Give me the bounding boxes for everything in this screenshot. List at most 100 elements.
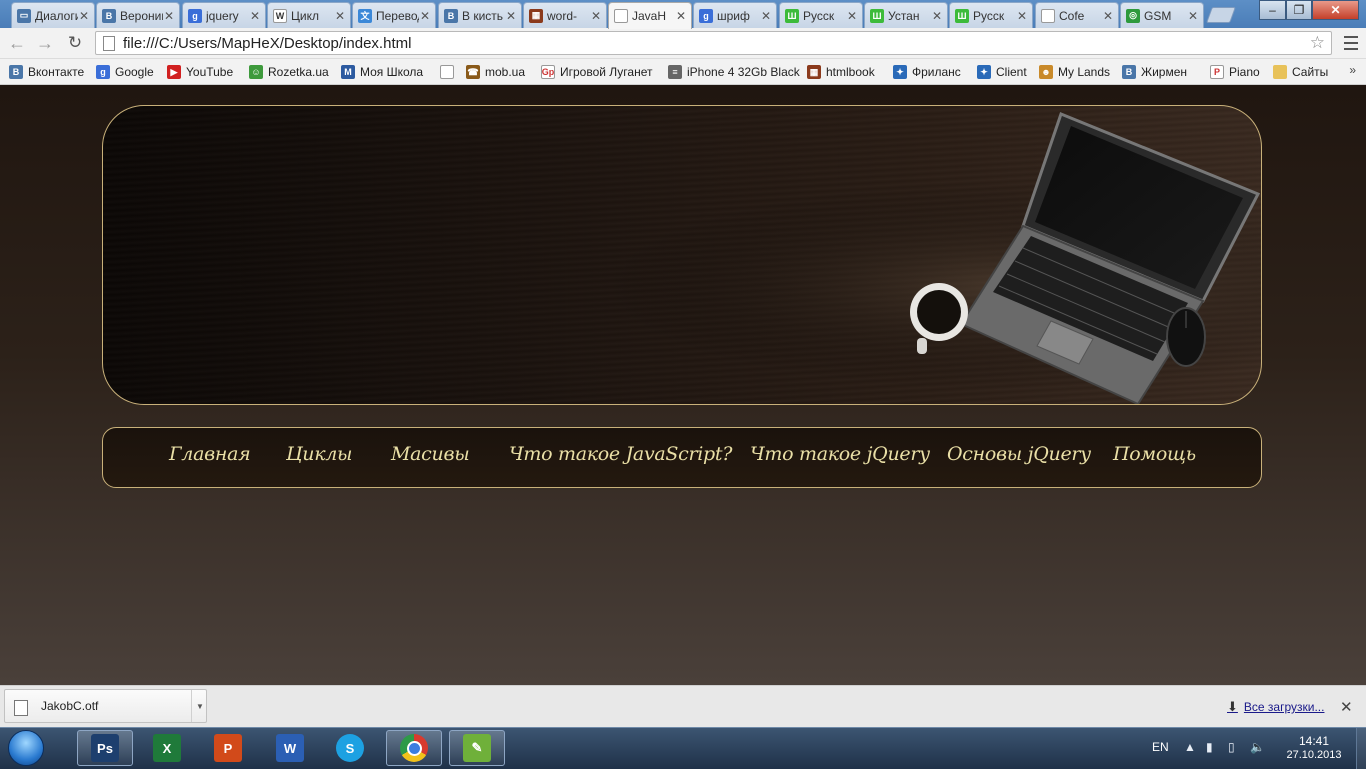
shkola-icon: Ш — [955, 8, 969, 23]
font-file-icon — [14, 700, 28, 716]
forward-button[interactable]: → — [34, 32, 56, 54]
address-bar[interactable]: file:///C:/Users/MapHeX/Desktop/index.ht… — [95, 31, 1332, 55]
browser-tab[interactable]: g шриф ✕ — [693, 2, 777, 28]
bookmark-item[interactable]: M Моя Школа — [341, 63, 423, 81]
bookmark-item[interactable]: B Жирмен — [1122, 63, 1187, 81]
taskbar-skype-button[interactable]: S — [322, 730, 378, 766]
tab-close-icon[interactable]: ✕ — [505, 9, 517, 23]
page-icon — [1041, 8, 1055, 23]
browser-tab[interactable]: JavaH ✕ — [608, 2, 692, 29]
tab-close-icon[interactable]: ✕ — [163, 9, 175, 23]
bookmark-star-icon[interactable]: ☆ — [1310, 33, 1325, 53]
chrome-icon — [400, 734, 428, 762]
taskbar-powerpoint-button[interactable]: P — [200, 730, 256, 766]
taskbar-excel-button[interactable]: X — [139, 730, 195, 766]
nav-item-what-is-jquery[interactable]: Что такое jQuery — [750, 443, 930, 465]
window-close-button[interactable]: ✕ — [1312, 0, 1359, 20]
bookmark-item[interactable]: g Google — [96, 63, 154, 81]
bookmark-label: Сайты — [1292, 65, 1329, 79]
tab-close-icon[interactable]: ✕ — [1102, 9, 1114, 23]
piano-icon: P — [1210, 65, 1224, 79]
bookmark-item[interactable]: Сайты — [1273, 63, 1328, 81]
show-desktop-button[interactable] — [1356, 728, 1366, 769]
google-icon: g — [188, 8, 202, 23]
bookmark-item[interactable]: ✦ Фриланс — [893, 63, 961, 81]
browser-tab[interactable]: W Цикл ✕ — [267, 2, 351, 28]
tab-close-icon[interactable]: ✕ — [931, 9, 943, 23]
bookmark-item[interactable]: B Вконтакте — [9, 63, 84, 81]
new-tab-button[interactable] — [1206, 7, 1236, 23]
reload-button[interactable]: ↻ — [64, 32, 86, 54]
taskbar-photoshop-button[interactable]: Ps — [77, 730, 133, 766]
bookmark-item[interactable]: ☺ Rozetka.ua — [249, 63, 329, 81]
language-indicator[interactable]: EN — [1152, 740, 1169, 754]
header-banner — [102, 105, 1262, 405]
browser-tab[interactable]: ◎ GSM ✕ — [1120, 2, 1204, 28]
htmlbook-icon: ▦ — [529, 8, 543, 23]
folder-icon — [1273, 65, 1287, 79]
bookmark-item[interactable]: ✦ Client — [977, 63, 1027, 81]
network-icon[interactable]: ▮ — [1206, 740, 1213, 754]
bookmark-item[interactable]: ☻ My Lands — [1039, 63, 1110, 81]
nav-item-loops[interactable]: Циклы — [286, 443, 353, 465]
bookmarks-overflow-icon[interactable]: » — [1349, 63, 1356, 77]
tab-close-icon[interactable]: ✕ — [1016, 9, 1028, 23]
chrome-menu-icon[interactable] — [1344, 36, 1358, 50]
download-options-icon[interactable]: ▼ — [191, 690, 208, 722]
browser-tab[interactable]: g jquery ✕ — [182, 2, 266, 28]
tab-title: Вероника — [120, 8, 163, 23]
tab-close-icon[interactable]: ✕ — [675, 9, 687, 23]
translate-icon: 文 — [358, 8, 372, 23]
vk-icon: B — [444, 8, 458, 23]
nav-item-home[interactable]: Главная — [169, 443, 251, 465]
taskbar-editor-button[interactable]: ✎ — [449, 730, 505, 766]
nav-item-help[interactable]: Помощь — [1113, 443, 1196, 465]
bookmark-item[interactable]: P Piano — [1210, 63, 1260, 81]
maximize-button[interactable]: ❐ — [1286, 0, 1312, 20]
nav-item-what-is-javascript[interactable]: Что такое JavaScript? — [509, 443, 732, 465]
browser-tab[interactable]: Cofe ✕ — [1035, 2, 1119, 28]
minimize-button[interactable]: – — [1259, 0, 1286, 20]
start-button[interactable] — [4, 729, 48, 767]
bookmark-item[interactable]: Gp Игровой Луганет — [541, 63, 653, 81]
tab-close-icon[interactable]: ✕ — [78, 9, 90, 23]
browser-tab[interactable]: Ш Устан ✕ — [864, 2, 948, 28]
battery-icon[interactable]: ▯ — [1228, 740, 1235, 754]
tab-close-icon[interactable]: ✕ — [846, 9, 858, 23]
bookmark-item[interactable]: ▶ YouTube — [167, 63, 233, 81]
volume-icon[interactable]: 🔈 — [1250, 740, 1265, 754]
vk-icon: B — [9, 65, 23, 79]
bookmark-item[interactable]: ☎ mob.ua — [466, 63, 525, 81]
address-url[interactable]: file:///C:/Users/MapHeX/Desktop/index.ht… — [123, 35, 411, 52]
taskbar-word-button[interactable]: W — [262, 730, 318, 766]
show-all-downloads-link[interactable]: ⬇ Все загрузки... — [1227, 699, 1324, 715]
tray-expand-icon[interactable]: ▲ — [1184, 740, 1196, 754]
nav-item-jquery-basics[interactable]: Основы jQuery — [947, 443, 1091, 465]
browser-tab[interactable]: ▦ word- ✕ — [523, 2, 607, 28]
browser-tab[interactable]: B В кисть ✕ — [438, 2, 522, 28]
freelance-icon: ✦ — [977, 65, 991, 79]
nav-item-arrays[interactable]: Масивы — [391, 443, 470, 465]
page-icon — [103, 35, 115, 51]
tab-close-icon[interactable]: ✕ — [334, 9, 346, 23]
tab-title: JavaH — [632, 9, 667, 23]
browser-tab[interactable]: B Вероника✕ — [96, 2, 180, 28]
taskbar-chrome-button[interactable] — [386, 730, 442, 766]
download-bar-close-icon[interactable]: ✕ — [1340, 698, 1353, 716]
bookmark-item[interactable]: ▦ htmlbook — [807, 63, 875, 81]
browser-tab[interactable]: Ш Русск ✕ — [779, 2, 863, 28]
back-button[interactable]: ← — [6, 32, 28, 54]
tab-close-icon[interactable]: ✕ — [419, 9, 431, 23]
tab-close-icon[interactable]: ✕ — [590, 9, 602, 23]
download-item[interactable]: JakobC.otf ▼ — [4, 689, 207, 723]
browser-tab[interactable]: 文 Перевод✕ — [352, 2, 436, 28]
bookmark-item[interactable] — [440, 63, 459, 81]
bookmark-label: Фриланс — [912, 65, 961, 79]
tab-close-icon[interactable]: ✕ — [1187, 9, 1199, 23]
tab-close-icon[interactable]: ✕ — [249, 9, 261, 23]
browser-tab[interactable]: Ш Русск ✕ — [949, 2, 1033, 28]
system-clock[interactable]: 14:41 27.10.2013 — [1282, 734, 1346, 762]
tab-close-icon[interactable]: ✕ — [760, 9, 772, 23]
bookmark-item[interactable]: ≡ iPhone 4 32Gb Black — [668, 63, 800, 81]
browser-tab[interactable]: ▭ Диалоги ✕ — [11, 2, 95, 28]
